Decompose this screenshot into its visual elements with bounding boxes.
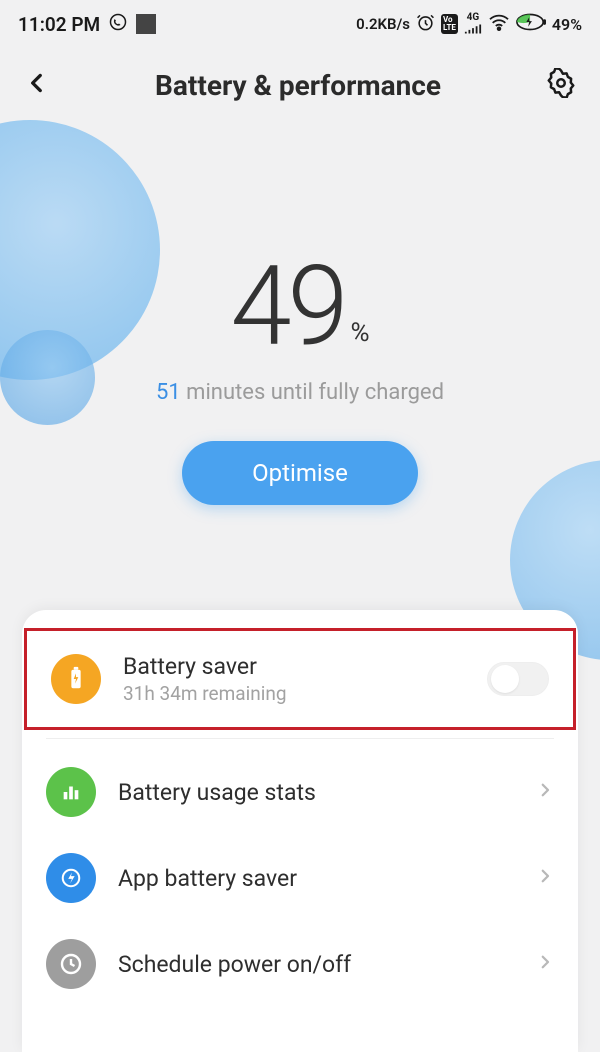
volte-icon: VoLTE (441, 14, 458, 34)
battery-saver-title: Battery saver (123, 653, 465, 680)
status-bar: 11:02 PM 0.2KB/s VoLTE 4G 49% (0, 0, 600, 48)
row-battery-saver[interactable]: Battery saver 31h 34m remaining (27, 635, 573, 723)
network-4g: 4G (464, 13, 482, 35)
alarm-icon (416, 13, 435, 36)
whatsapp-icon (108, 12, 128, 37)
back-button[interactable] (24, 70, 50, 100)
stats-icon (46, 767, 96, 817)
app-saver-title: App battery saver (118, 865, 514, 892)
data-rate: 0.2KB/s (356, 15, 410, 33)
clock-icon (46, 939, 96, 989)
settings-card: Battery saver 31h 34m remaining Battery … (22, 610, 578, 1052)
page-title: Battery & performance (155, 69, 441, 102)
battery-saver-sub: 31h 34m remaining (123, 682, 465, 705)
battery-saver-toggle[interactable] (487, 662, 549, 696)
row-app-battery-saver[interactable]: App battery saver (22, 835, 578, 921)
chevron-right-icon (536, 953, 554, 975)
battery-charging-icon (516, 13, 546, 35)
page-header: Battery & performance (0, 48, 600, 112)
usage-stats-title: Battery usage stats (118, 779, 514, 806)
optimise-button[interactable]: Optimise (182, 441, 418, 505)
status-time: 11:02 PM (18, 13, 100, 36)
chevron-right-icon (536, 781, 554, 803)
schedule-title: Schedule power on/off (118, 951, 514, 978)
row-usage-stats[interactable]: Battery usage stats (22, 749, 578, 835)
app-notification-icon (136, 14, 156, 34)
wifi-icon (488, 13, 510, 35)
settings-button[interactable] (546, 68, 576, 102)
highlight-battery-saver: Battery saver 31h 34m remaining (24, 628, 576, 730)
charge-minutes: 51 (156, 380, 181, 405)
chevron-right-icon (536, 867, 554, 889)
battery-percent-large: 49 (230, 252, 344, 362)
percent-symbol: % (350, 318, 369, 362)
row-schedule-power[interactable]: Schedule power on/off (22, 921, 578, 1007)
charge-status-text: 51 minutes until fully charged (0, 380, 600, 405)
battery-hero: 49 % 51 minutes until fully charged Opti… (0, 112, 600, 505)
divider (46, 738, 554, 739)
app-saver-icon (46, 853, 96, 903)
battery-percent: 49% (552, 15, 582, 34)
battery-saver-icon (51, 654, 101, 704)
